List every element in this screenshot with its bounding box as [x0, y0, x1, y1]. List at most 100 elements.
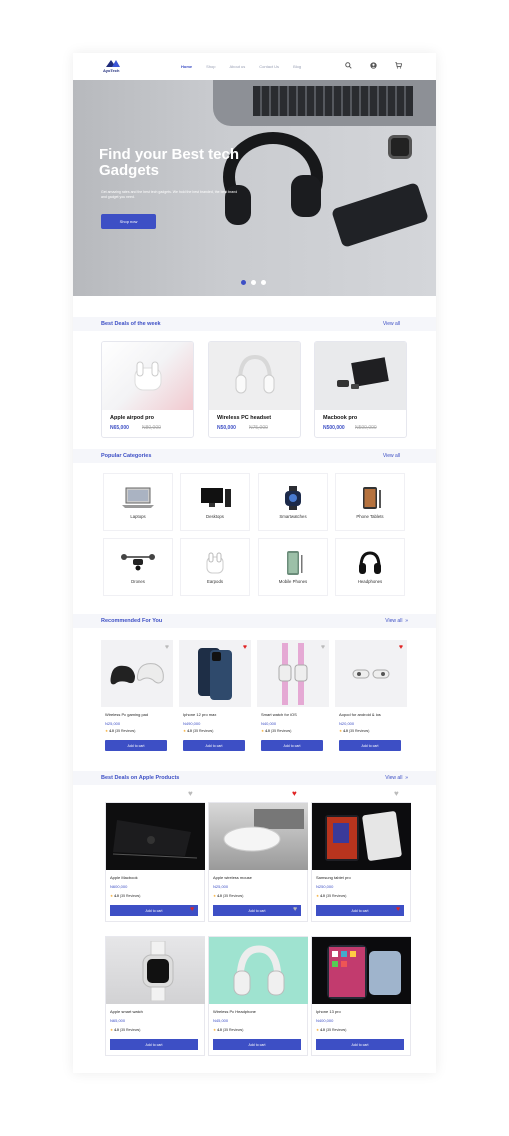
- nav-home[interactable]: Home: [181, 64, 192, 69]
- product-name: Aopod for android & ios: [339, 712, 381, 717]
- tablet-image: [312, 803, 411, 870]
- star-icon: ★: [316, 1028, 320, 1032]
- product-name: Apple wireless mouse: [213, 875, 252, 880]
- category-drones[interactable]: Drones: [103, 538, 173, 596]
- product-card[interactable]: ♥ Smart watch for iOS N40,000 ★ 4.0 (35 …: [257, 640, 329, 755]
- add-to-cart-button[interactable]: Add to cart: [316, 905, 404, 916]
- product-card[interactable]: Apple Macbook N600,000 ★ 4.0 (35 Reviews…: [105, 802, 205, 922]
- user-icon[interactable]: [370, 62, 377, 72]
- star-icon: ★: [213, 1028, 217, 1032]
- nav-blog[interactable]: Blog: [293, 64, 301, 69]
- view-all-link[interactable]: View all »: [385, 618, 408, 624]
- category-label: Smartwatches: [279, 513, 307, 519]
- category-phone-tablets[interactable]: Phone Tablets: [335, 473, 405, 531]
- laptop-icon: [122, 487, 154, 508]
- star-icon: ★: [110, 894, 114, 898]
- product-price: N490,000: [183, 721, 201, 726]
- nav-icons: [345, 62, 403, 72]
- macbook-image: [106, 803, 205, 870]
- heart-icon[interactable]: ♥: [399, 644, 403, 651]
- category-mobile-phones[interactable]: Mobile Phones: [258, 538, 328, 596]
- product-price: N45,000: [213, 1018, 229, 1023]
- hero-subtitle: Get amazing rates and the best tech gadg…: [101, 190, 238, 199]
- category-smartwatches[interactable]: Smartwatches: [258, 473, 328, 531]
- hero-banner: Find your Best tech Gadgets Get amazing …: [73, 80, 436, 296]
- add-to-cart-button[interactable]: Add to cart: [261, 740, 323, 751]
- add-to-cart-button[interactable]: Add to cart: [110, 1039, 198, 1050]
- product-name: Apple airpod pro: [110, 415, 154, 421]
- laptop-image: [213, 80, 436, 126]
- product-rating: ★ 4.0 (35 Reviews): [110, 1028, 141, 1032]
- carousel-dot[interactable]: [241, 280, 246, 285]
- deal-card[interactable]: Wireless PC headset N50,000 N75,000: [208, 341, 301, 438]
- view-all-link[interactable]: View all: [383, 453, 400, 459]
- search-icon[interactable]: [345, 62, 352, 72]
- category-laptops[interactable]: Laptops: [103, 473, 173, 531]
- nav-contact[interactable]: Contact Us: [259, 64, 279, 69]
- product-price: N25,000: [213, 884, 229, 889]
- deal-card[interactable]: Macbook pro N500,000 N590,000: [314, 341, 407, 438]
- product-price: N40,000: [261, 721, 277, 726]
- add-to-cart-button[interactable]: Add to cart: [183, 740, 245, 751]
- deal-card[interactable]: Apple airpod pro N65,000 N80,000: [101, 341, 194, 438]
- section-title: Popular Categories: [101, 453, 152, 459]
- watch-image: [388, 135, 412, 159]
- heart-icon[interactable]: ♥: [293, 906, 297, 914]
- category-label: Headphones: [357, 578, 383, 584]
- category-label: Earpods: [206, 578, 223, 584]
- category-desktops[interactable]: Desktops: [180, 473, 250, 531]
- product-card[interactable]: ♥ Wireless Pc gaming pad N25,000 ★ 4.0 (…: [101, 640, 173, 755]
- carousel-dot[interactable]: [251, 280, 256, 285]
- star-icon: ★: [105, 729, 109, 733]
- category-label: Mobile Phones: [278, 578, 308, 584]
- product-old-price: N80,000: [142, 425, 161, 431]
- heart-icon[interactable]: ♥: [243, 644, 247, 651]
- product-card[interactable]: Iphone 13 pro N400,000 ★ 4.0 (35 Reviews…: [311, 936, 411, 1056]
- logo[interactable]: AyoTech: [103, 60, 127, 74]
- nav-shop[interactable]: Shop: [206, 64, 215, 69]
- smartwatch-image: ♥: [257, 640, 329, 707]
- product-name: Apple smart watch: [110, 1009, 143, 1014]
- star-icon: ★: [316, 894, 320, 898]
- smartwatch-icon: [285, 485, 301, 510]
- add-to-cart-button[interactable]: Add to cart: [213, 1039, 301, 1050]
- heart-icon[interactable]: ♥: [394, 790, 399, 798]
- view-all-link[interactable]: View all: [383, 321, 400, 327]
- cart-icon[interactable]: [395, 62, 403, 72]
- headphones-icon: [359, 550, 381, 574]
- carousel-dot[interactable]: [261, 280, 266, 285]
- view-all-link[interactable]: View all »: [385, 775, 408, 781]
- add-to-cart-button[interactable]: Add to cart: [339, 740, 401, 751]
- product-rating: ★ 4.0 (35 Reviews): [339, 729, 370, 733]
- gamepad-image: ♥: [101, 640, 173, 707]
- add-to-cart-button[interactable]: Add to cart: [213, 905, 301, 916]
- heart-icon[interactable]: ♥: [321, 644, 325, 651]
- category-headphones[interactable]: Headphones: [335, 538, 405, 596]
- product-name: Smart watch for iOS: [261, 712, 297, 717]
- product-rating: ★ 4.0 (35 Reviews): [183, 729, 214, 733]
- heart-icon[interactable]: ♥: [292, 790, 297, 798]
- heart-icon[interactable]: ♥: [396, 906, 400, 914]
- product-price: N400,000: [316, 1018, 334, 1023]
- product-card[interactable]: Apple wireless mouse N25,000 ★ 4.0 (35 R…: [208, 802, 308, 922]
- product-card[interactable]: ♥ Aopod for android & ios N20,000 ★ 4.0 …: [335, 640, 407, 755]
- section-title: Best Deals of the week: [101, 321, 161, 327]
- category-label: Laptops: [130, 513, 146, 519]
- shop-now-button[interactable]: Shop now: [101, 214, 156, 229]
- add-to-cart-button[interactable]: Add to cart: [110, 905, 198, 916]
- heart-icon[interactable]: ♥: [188, 790, 193, 798]
- product-rating: ★ 4.0 (35 Reviews): [213, 894, 244, 898]
- main-menu: Home Shop About us Contact Us Blog: [181, 64, 301, 69]
- category-earpods[interactable]: Earpods: [180, 538, 250, 596]
- add-to-cart-button[interactable]: Add to cart: [105, 740, 167, 751]
- product-card[interactable]: Wireless Pc Headphone N45,000 ★ 4.0 (35 …: [208, 936, 308, 1056]
- product-price: N600,000: [110, 884, 128, 889]
- heart-icon[interactable]: ♥: [165, 644, 169, 651]
- product-card[interactable]: ♥ Iphone 12 pro max N490,000 ★ 4.0 (35 R…: [179, 640, 251, 755]
- product-name: Iphone 12 pro max: [183, 712, 217, 717]
- heart-icon[interactable]: ♥: [190, 906, 194, 914]
- add-to-cart-button[interactable]: Add to cart: [316, 1039, 404, 1050]
- product-card[interactable]: Apple smart watch N65,000 ★ 4.0 (35 Revi…: [105, 936, 205, 1056]
- product-card[interactable]: Samsung tablet pro N250,000 ★ 4.0 (35 Re…: [311, 802, 411, 922]
- nav-about[interactable]: About us: [229, 64, 245, 69]
